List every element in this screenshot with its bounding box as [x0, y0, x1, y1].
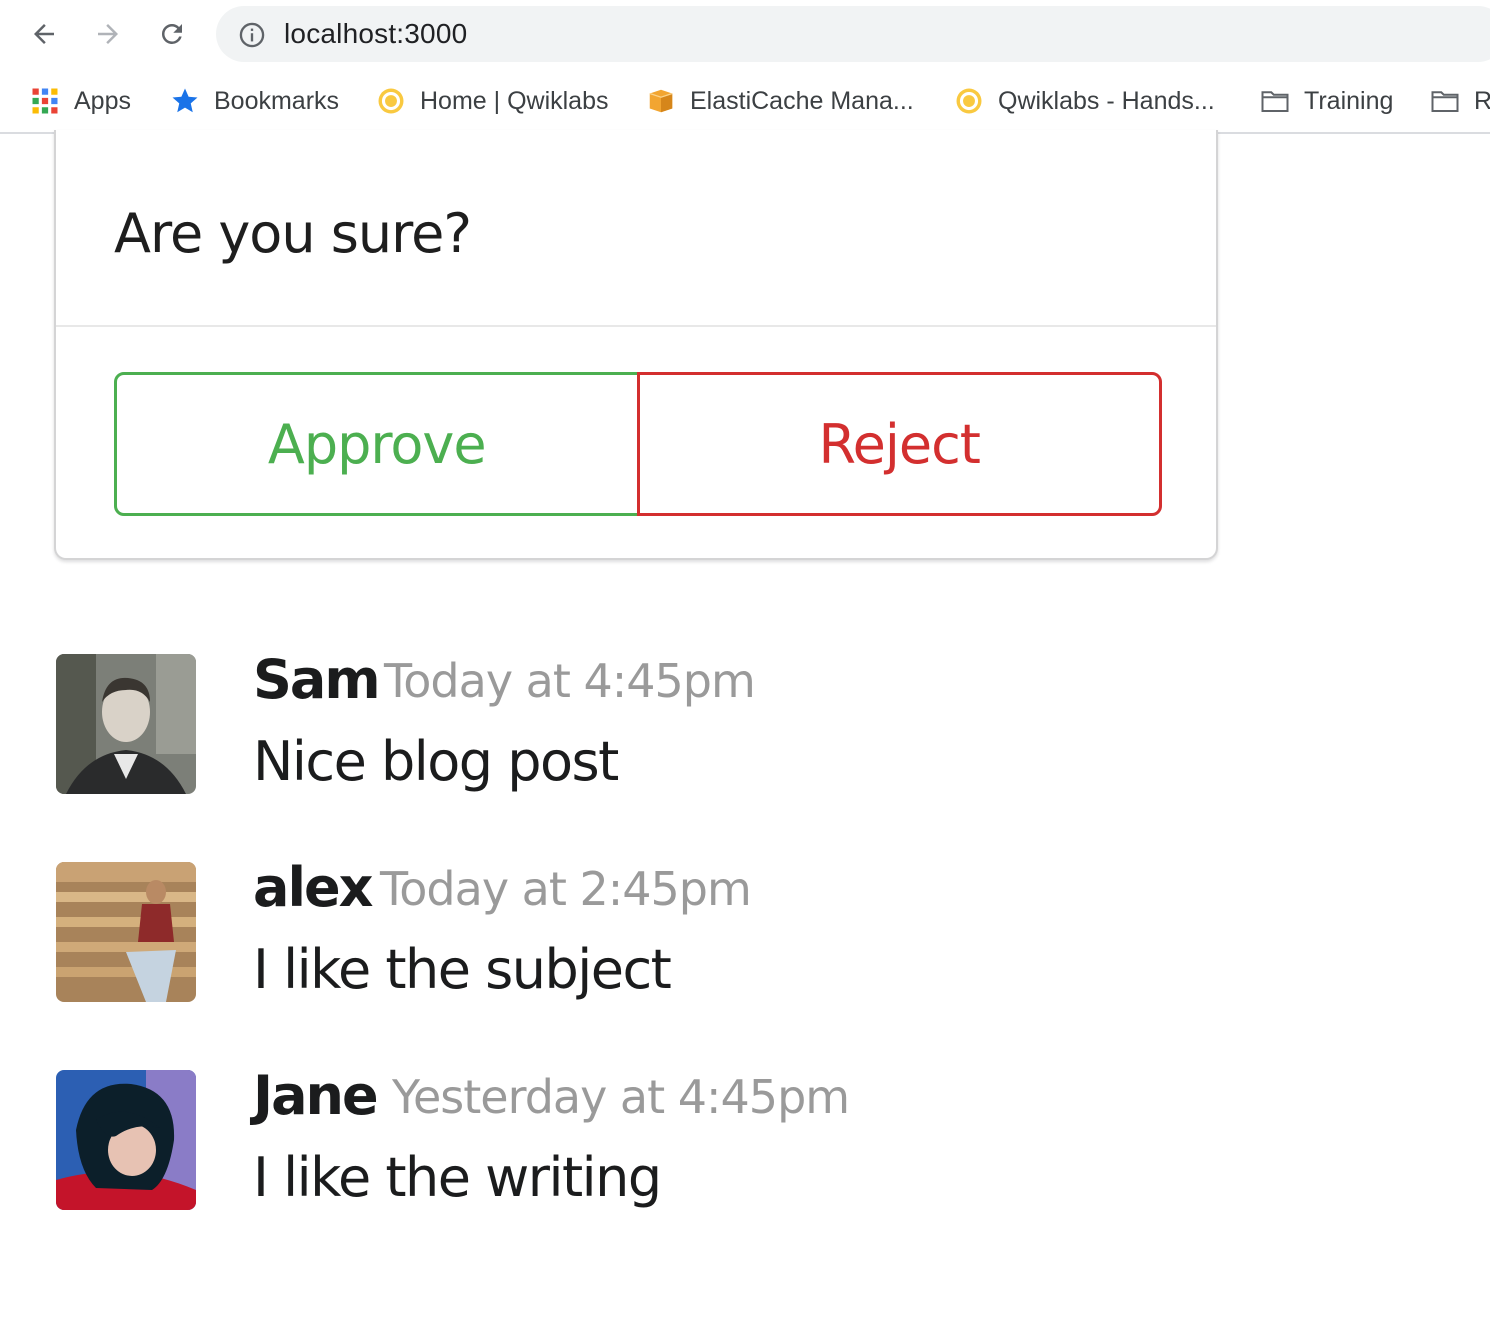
avatar[interactable] — [56, 1070, 196, 1210]
comment-timestamp: Today at 4:45pm — [384, 654, 756, 708]
bookmark-qwiklabs-hands[interactable]: Qwiklabs - Hands... — [954, 84, 1215, 118]
url-text[interactable]: localhost:3000 — [284, 18, 467, 50]
bookmarks-bar: Apps Bookmarks Home | Qwiklabs ElastiCac… — [0, 68, 1490, 134]
reject-button[interactable]: Reject — [636, 372, 1162, 516]
bookmark-label: R — [1474, 87, 1490, 116]
comment-author[interactable]: Jane — [253, 1064, 379, 1127]
avatar-photo-icon — [56, 1070, 196, 1210]
bookmark-bookmarks[interactable]: Bookmarks — [170, 84, 339, 118]
address-bar[interactable]: localhost:3000 — [216, 6, 1490, 62]
arrow-left-icon — [34, 24, 54, 44]
star-icon — [170, 86, 200, 116]
comment-timestamp: Yesterday at 4:45pm — [392, 1070, 850, 1124]
reload-icon — [161, 23, 182, 44]
bookmark-label: ElastiCache Mana... — [690, 86, 914, 115]
avatar[interactable] — [56, 862, 196, 1002]
info-icon[interactable] — [238, 21, 266, 49]
comment-text: Nice blog post — [253, 730, 619, 793]
qwiklabs-icon — [954, 86, 984, 116]
comment-text: I like the subject — [253, 938, 672, 1001]
dialog-title: Are you sure? — [114, 202, 472, 265]
confirm-dialog: Are you sure? Approve Reject — [54, 130, 1218, 560]
bookmark-label: Home | Qwiklabs — [420, 86, 609, 115]
approve-button[interactable]: Approve — [114, 372, 640, 516]
bookmark-label: Training — [1304, 86, 1394, 115]
bookmark-home-qwiklabs[interactable]: Home | Qwiklabs — [376, 84, 609, 118]
comment-item: alex Today at 2:45pm I like the subject — [56, 856, 956, 1002]
comment-author[interactable]: alex — [253, 856, 373, 919]
avatar-photo-icon — [56, 654, 196, 794]
comment-author[interactable]: Sam — [253, 648, 381, 711]
comment-timestamp: Today at 2:45pm — [380, 862, 752, 916]
comment-text: I like the writing — [253, 1146, 662, 1209]
back-button[interactable] — [24, 14, 64, 54]
bookmark-training[interactable]: Training — [1260, 84, 1393, 118]
bookmark-label: Apps — [74, 86, 131, 115]
comment-item: Sam Today at 4:45pm Nice blog post — [56, 648, 956, 794]
browser-toolbar: localhost:3000 — [0, 0, 1490, 68]
bookmark-apps[interactable]: Apps — [30, 84, 131, 118]
avatar-photo-icon — [56, 862, 196, 1002]
bookmark-label: Qwiklabs - Hands... — [998, 86, 1215, 115]
apps-grid-icon — [30, 86, 60, 116]
folder-icon — [1260, 86, 1290, 116]
forward-button[interactable] — [88, 14, 128, 54]
comment-item: Jane Yesterday at 4:45pm I like the writ… — [56, 1064, 956, 1210]
arrow-right-icon — [98, 24, 118, 44]
folder-icon — [1430, 86, 1460, 116]
aws-box-icon — [646, 86, 676, 116]
bookmark-elasticache[interactable]: ElastiCache Mana... — [646, 84, 914, 118]
avatar[interactable] — [56, 654, 196, 794]
dialog-button-group: Approve Reject — [114, 372, 1162, 516]
reload-button[interactable] — [152, 14, 192, 54]
qwiklabs-icon — [376, 86, 406, 116]
bookmark-folder-r[interactable]: R — [1430, 84, 1490, 118]
bookmark-label: Bookmarks — [214, 86, 340, 115]
dialog-header: Are you sure? — [56, 130, 1216, 327]
